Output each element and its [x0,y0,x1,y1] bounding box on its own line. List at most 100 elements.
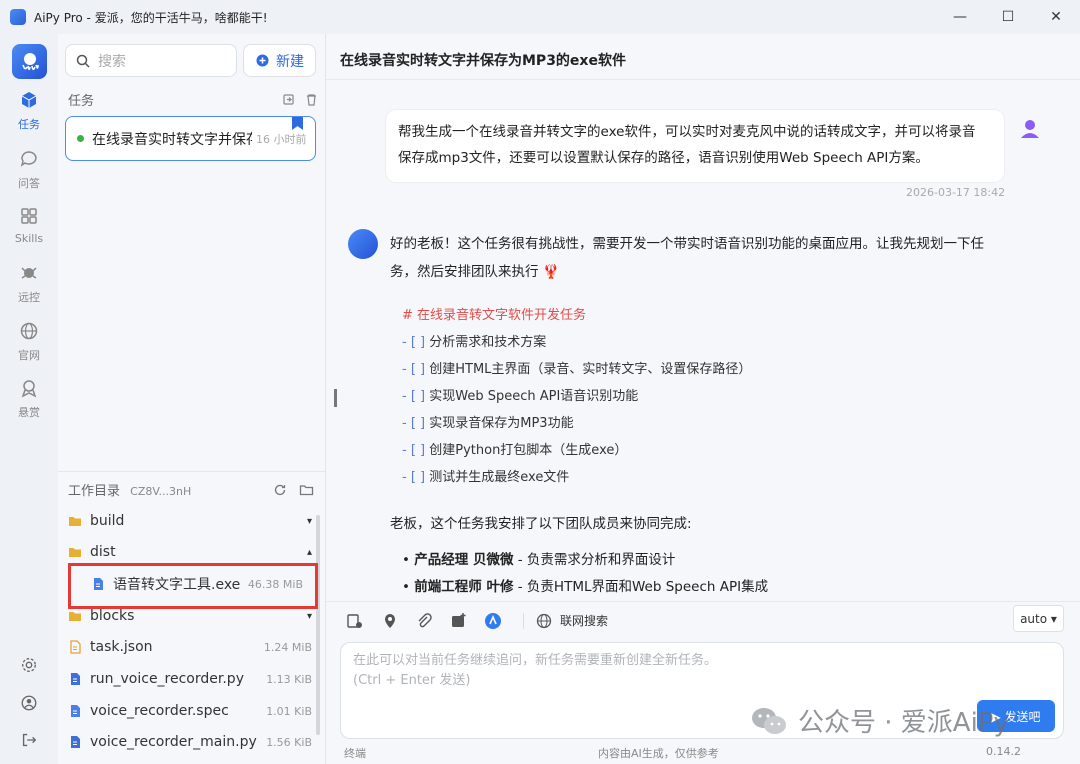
globe-icon [20,322,38,340]
checklist-item: - [ ] 实现录音保存为MP3功能 [402,416,574,431]
divider [523,613,524,629]
team-intro: 老板，这个任务我安排了以下团队成员来协同完成: [390,516,692,532]
search-input[interactable]: 搜索 [65,44,237,77]
add-image-icon[interactable] [450,612,468,630]
nav-item-label: 任务 [18,118,40,131]
model-logo-icon[interactable] [484,612,502,630]
file-list-scrollbar[interactable] [316,515,320,735]
nav-item-remote[interactable]: 远控 [0,263,58,305]
panel-resize-handle[interactable] [334,389,337,407]
nav-item-label: 悬赏 [18,406,40,419]
checkbox-marker: - [ ] [402,443,426,458]
checklist-item: - [ ] 分析需求和技术方案 [402,335,547,350]
status-dot [77,135,84,142]
octopus-logo-icon[interactable] [12,44,47,79]
nav-item-tasks[interactable]: 任务 [0,90,58,132]
checkbox-marker: - [ ] [402,362,426,377]
task-panel: 搜索 新建 任务 在线录音实时转文字并保存 16 小时前 工作目录 CZ8V..… [58,34,326,764]
file-name: voice_recorder_main.py [90,734,257,750]
chevron-up-icon[interactable]: ▴ [307,547,312,558]
checkbox-marker: - [ ] [402,416,426,431]
location-pin-icon[interactable] [381,612,399,630]
file-row-voice-recorder-main[interactable]: voice_recorder_main.py 1.56 KiB [68,727,312,757]
tasks-header-label: 任务 [68,94,95,109]
nav-item-label: 远控 [18,291,40,304]
account-button[interactable] [0,694,58,712]
task-name: 在线录音实时转文字并保存 [92,131,252,148]
nav-item-label: 问答 [18,177,40,190]
file-row-task-json[interactable]: task.json 1.24 MiB [68,632,312,662]
settings-button[interactable] [0,656,58,674]
folder-open-icon[interactable] [299,483,314,497]
task-time: 16 小时前 [256,132,307,146]
terminal-toggle[interactable]: 终端 [344,745,366,761]
ai-disclaimer: 内容由AI生成，仅供参考 [598,747,719,760]
search-icon [76,54,90,68]
workdir-code: CZ8V...3nH [130,485,192,498]
export-icon[interactable] [282,93,295,106]
chevron-down-icon[interactable]: ▾ [307,516,312,527]
maximize-button[interactable]: ☐ [984,0,1032,34]
web-search-toggle[interactable]: 联网搜索 [536,612,608,629]
user-circle-icon [21,695,37,711]
file-name: dist [90,544,116,560]
nav-item-skills[interactable]: Skills [0,206,58,245]
refresh-icon[interactable] [273,483,287,497]
user-message: 帮我生成一个在线录音并转文字的exe软件，可以实时对麦克风中说的话转成文字，并可… [386,110,1004,182]
checkbox-marker: - [ ] [402,389,426,404]
wechat-watermark: 公众号 · 爱派AiPy [750,702,1009,739]
checklist-item: - [ ] 实现Web Speech API语音识别功能 [402,389,639,404]
divider [326,79,1080,80]
remote-control-icon [21,267,37,279]
nav-item-website[interactable]: 官网 [0,321,58,363]
nav-item-bounty[interactable]: 悬赏 [0,378,58,420]
trash-icon[interactable] [305,93,318,106]
logout-icon [22,733,37,747]
file-icon [71,705,80,717]
gear-icon [22,658,36,672]
file-row-build[interactable]: build ▾ [68,506,312,536]
nav-item-label: 官网 [18,349,40,362]
team-member: • 产品经理 贝微微 - 负责需求分析和界面设计 [402,552,676,568]
close-button[interactable]: ✕ [1032,0,1080,34]
new-task-button[interactable]: 新建 [243,44,316,77]
file-size: 1.56 KiB [266,735,312,749]
model-select[interactable]: auto ▾ [1013,605,1064,632]
checklist-item: - [ ] 测试并生成最终exe文件 [402,470,570,485]
nav-item-qa[interactable]: 问答 [0,149,58,191]
file-name: build [90,513,125,529]
file-row-voice-recorder-spec[interactable]: voice_recorder.spec 1.01 KiB [68,696,312,726]
checklist-item: - [ ] 创建HTML主界面（录音、实时转文字、设置保存路径） [402,362,752,377]
app-version: 0.14.2 [986,745,1021,758]
folder-icon [69,612,81,621]
tasks-header: 任务 [68,90,318,109]
file-row-run-voice-recorder[interactable]: run_voice_recorder.py 1.13 KiB [68,664,312,694]
minimize-button[interactable]: — [936,0,984,34]
new-task-icon [256,54,269,67]
new-task-label: 新建 [276,53,304,70]
file-name: blocks [90,608,135,624]
chat-bubble-icon [20,151,37,167]
page-title: 在线录音实时转文字并保存为MP3的exe软件 [340,53,626,69]
input-placeholder-line2: (Ctrl + Enter 发送) [353,673,471,688]
chevron-down-icon[interactable]: ▾ [307,611,312,622]
file-size: 1.24 MiB [263,640,312,654]
status-bar: 终端 内容由AI生成，仅供参考 0.14.2 [326,742,1080,764]
checkbox-marker: - [ ] [402,335,426,350]
paperclip-icon[interactable] [415,612,433,630]
file-size: 1.13 KiB [266,672,312,686]
python-file-icon [71,736,80,748]
chat-area: 在线录音实时转文字并保存为MP3的exe软件 帮我生成一个在线录音并转文字的ex… [326,34,1080,764]
composer-toolbar: 联网搜索 [326,601,1080,637]
wechat-icon [752,707,786,734]
tool-icon[interactable] [346,612,364,630]
file-name: voice_recorder.spec [90,703,229,719]
input-placeholder-line1: 在此可以对当前任务继续追问，新任务需要重新创建全新任务。 [353,653,718,668]
file-name: run_voice_recorder.py [90,671,244,687]
folder-icon [69,548,81,557]
task-item[interactable]: 在线录音实时转文字并保存 16 小时前 [65,116,316,161]
logout-button[interactable] [0,731,58,749]
nav-rail: 任务 问答 Skills 远控 官网 悬赏 [0,34,58,764]
title-bar: AiPy Pro - 爱派，您的干活牛马，啥都能干! — ☐ ✕ [0,0,1080,34]
workdir-label: 工作目录 [68,484,121,499]
